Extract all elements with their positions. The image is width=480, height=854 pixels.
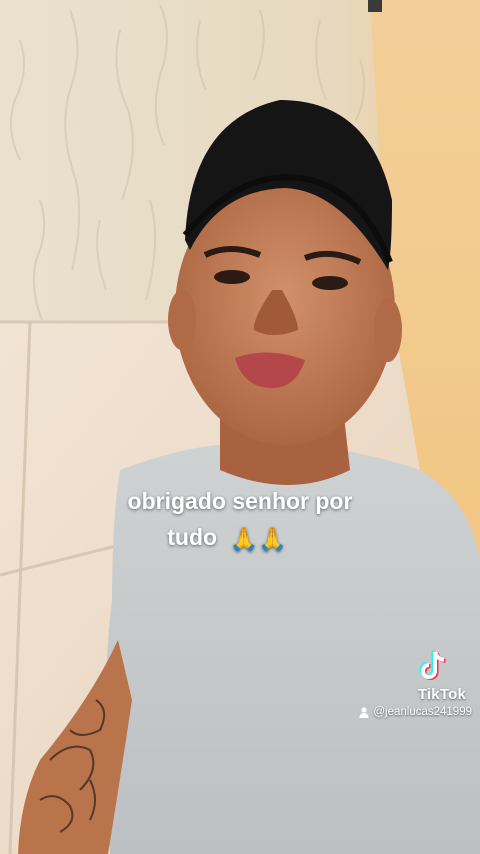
tiktok-note-icon bbox=[419, 650, 446, 680]
username-text: @jeanlucas241999 bbox=[373, 706, 472, 718]
selfie-photo bbox=[0, 0, 480, 854]
caption-line-1: obrigado senhor por bbox=[127, 488, 353, 514]
caption-line-2: tudo 🙏🙏 bbox=[0, 519, 480, 557]
caption-line-2-text: tudo bbox=[167, 524, 218, 550]
praying-hands-emoji: 🙏🙏 bbox=[229, 525, 287, 552]
tiktok-brand-label: TikTok bbox=[417, 686, 466, 703]
caption-text: obrigado senhor por tudo 🙏🙏 bbox=[0, 483, 480, 557]
user-icon bbox=[359, 706, 369, 718]
story-screen: obrigado senhor por tudo 🙏🙏 TikTok @jean… bbox=[0, 0, 480, 854]
tiktok-username: @jeanlucas241999 bbox=[359, 706, 472, 718]
caption-overlay: obrigado senhor por tudo 🙏🙏 bbox=[0, 483, 480, 557]
